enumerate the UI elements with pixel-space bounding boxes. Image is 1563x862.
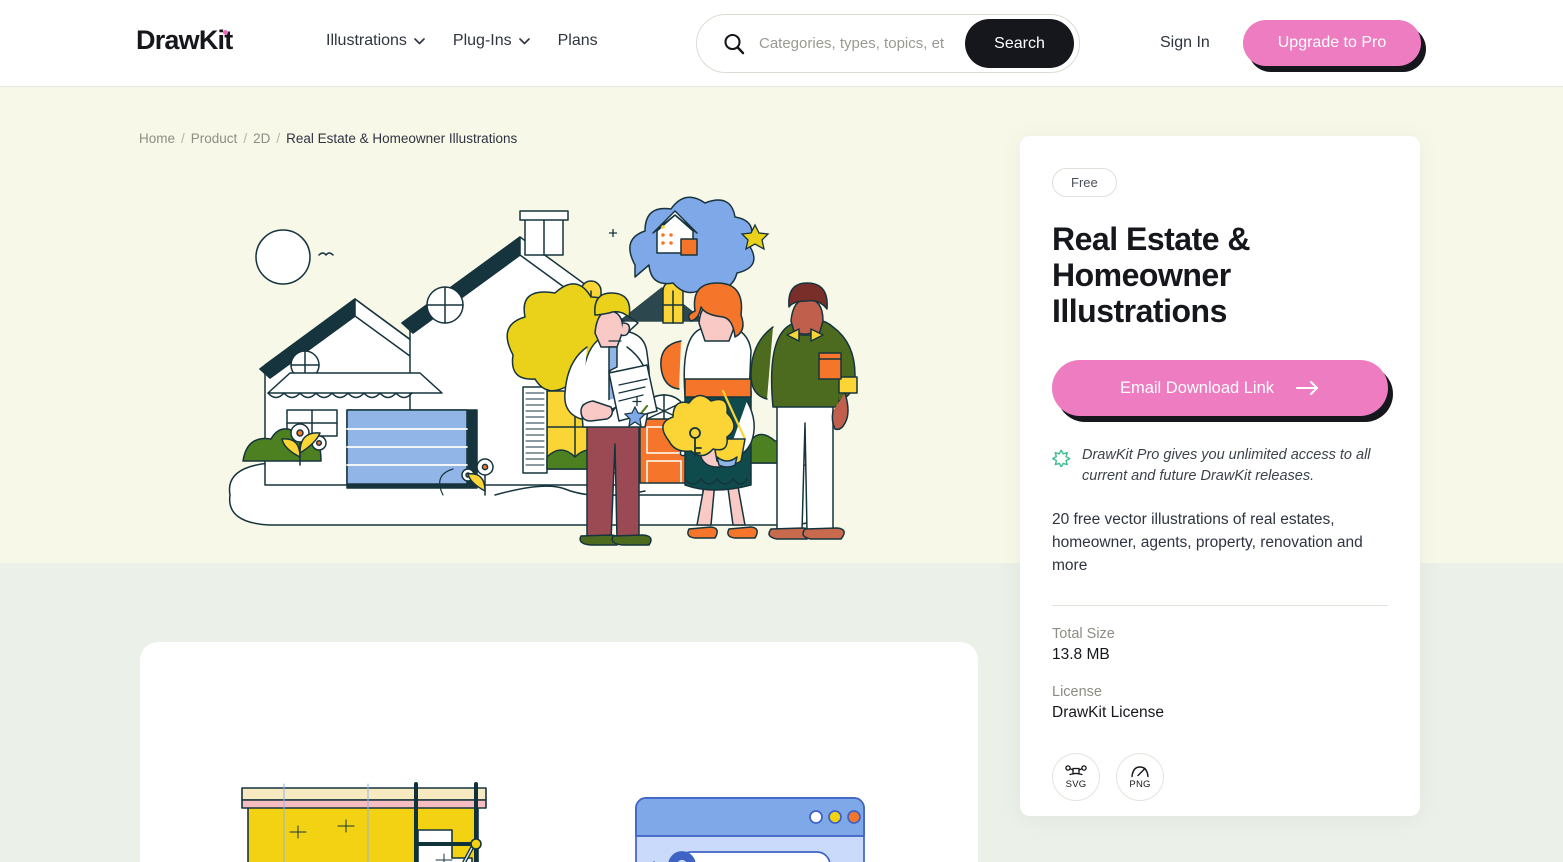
logo[interactable]: DrawKit <box>136 25 233 55</box>
breadcrumb: Home / Product / 2D / Real Estate & Home… <box>139 131 517 146</box>
format-label-png: PNG <box>1129 778 1151 790</box>
product-description: 20 free vector illustrations of real est… <box>1052 510 1363 574</box>
price-badge: Free <box>1052 168 1117 197</box>
hero-illustration <box>195 195 915 565</box>
nav-item-illustrations[interactable]: Illustrations <box>326 32 425 50</box>
total-size-label: Total Size <box>1052 626 1115 643</box>
format-badges: SVG PNG <box>1052 753 1388 802</box>
breadcrumb-item-product[interactable]: Product <box>191 131 238 146</box>
nav-item-label: Plug-Ins <box>452 32 512 49</box>
product-detail-card: Free Real Estate & Homeowner Illustratio… <box>1020 136 1420 816</box>
gallery-thumbnail-listing-browser[interactable]: TOP 1.000 000 $ <box>630 790 870 862</box>
illustration-gallery-card: TOP 1.000 000 $ <box>140 642 978 862</box>
download-button-label: Email Download Link <box>1119 378 1275 397</box>
search-bar: Search <box>696 14 1080 73</box>
license-value: DrawKit License <box>1052 704 1164 722</box>
upgrade-to-pro-button[interactable]: Upgrade to Pro <box>1243 20 1421 66</box>
divider <box>1052 605 1388 607</box>
page-root: DrawKit Illustrations Plug-Ins Plans Cat… <box>0 0 1563 862</box>
chevron-down-icon <box>414 37 425 45</box>
format-badge-png[interactable]: PNG <box>1116 753 1164 802</box>
chevron-down-icon <box>518 37 530 45</box>
breadcrumb-separator: / <box>181 131 185 146</box>
breadcrumb-separator: / <box>276 131 281 146</box>
png-curve-icon <box>1129 765 1151 778</box>
logo-text-draw: DrawKit <box>136 25 233 55</box>
nav-item-label: Plans <box>557 32 598 49</box>
sign-in-link[interactable]: Sign In <box>1160 34 1210 52</box>
upgrade-to-pro: Upgrade to Pro <box>1243 20 1426 72</box>
breadcrumb-item-current: Real Estate & Homeowner Illustrations <box>286 131 518 146</box>
email-download-link: Email Download Link <box>1052 360 1393 423</box>
breadcrumb-separator: / <box>243 131 248 146</box>
gallery-thumbnail-renovation[interactable] <box>228 770 528 862</box>
breadcrumb-item-2d[interactable]: 2D <box>253 131 270 146</box>
pro-note-text: DrawKit Pro gives you unlimited access t… <box>1082 447 1371 485</box>
license-label: License <box>1052 684 1102 701</box>
search-input[interactable] <box>759 35 965 52</box>
email-download-link-button[interactable]: Email Download Link <box>1052 360 1388 417</box>
format-badge-svg[interactable]: SVG <box>1052 753 1100 802</box>
search-icon <box>723 33 745 55</box>
site-header: DrawKit Illustrations Plug-Ins Plans Cat… <box>0 0 1563 87</box>
sparkle-icon <box>1052 448 1071 469</box>
format-label-svg: SVG <box>1065 778 1087 790</box>
pro-upsell-note: DrawKit Pro gives you unlimited access t… <box>1052 445 1388 486</box>
nav-item-plans[interactable]: Plans <box>558 32 598 50</box>
page-title: Real Estate & Homeowner Illustrations <box>1052 221 1251 329</box>
total-size-value: 13.8 MB <box>1052 646 1110 664</box>
svg-node-icon <box>1065 765 1087 778</box>
breadcrumb-item-home[interactable]: Home <box>139 131 175 146</box>
search-button[interactable]: Search <box>965 19 1074 68</box>
nav-item-label: Illustrations <box>326 32 407 49</box>
main-nav: Illustrations Plug-Ins Plans <box>326 32 598 50</box>
nav-item-plugins[interactable]: Plug-Ins <box>453 32 530 50</box>
arrow-right-icon <box>1295 380 1320 396</box>
